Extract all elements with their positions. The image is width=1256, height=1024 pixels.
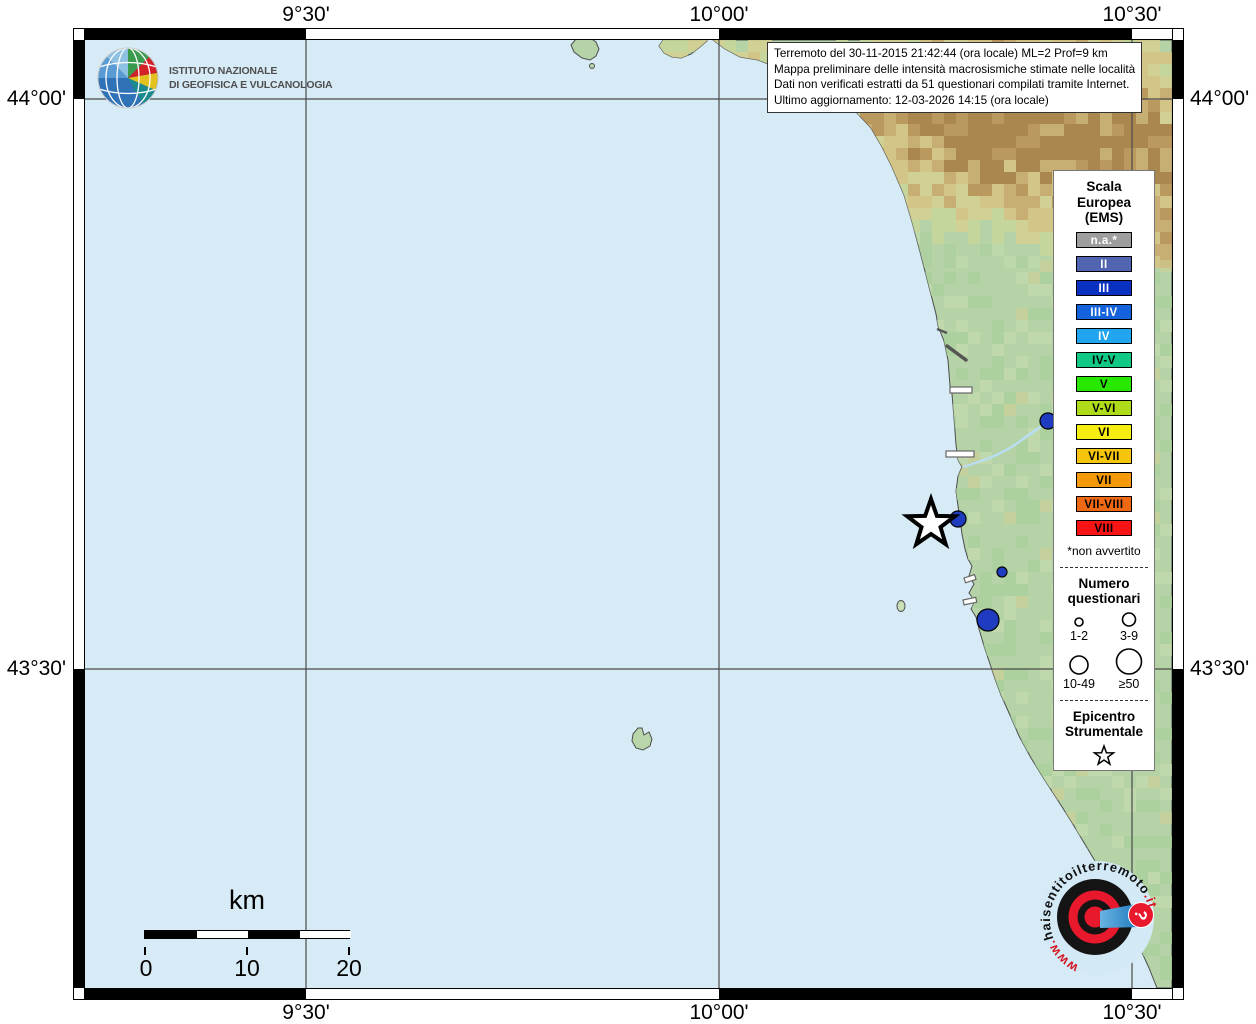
ems-item-IV-V: IV-V — [1076, 351, 1132, 368]
frame-right — [1172, 28, 1184, 1000]
legend-title: Europea — [1076, 194, 1131, 210]
frame-top — [73, 28, 1184, 40]
island-near-coast — [896, 600, 906, 612]
scale-bar: km 0 10 20 — [140, 885, 362, 981]
ems-item-n.a.*: n.a.* — [1076, 231, 1132, 248]
scale-tick-label: 10 — [234, 955, 260, 981]
locality-dot — [976, 608, 1000, 632]
ems-item-III-IV: III-IV — [1076, 303, 1132, 320]
questionnaire-size-label: 1-2 — [1069, 628, 1089, 643]
legend-divider — [1060, 566, 1148, 568]
earthquake-intensity-map-page: Terremoto del 30-11-2015 21:42:44 (ora l… — [0, 0, 1256, 1024]
legend-title: Scala — [1086, 179, 1122, 194]
ingv-logo: ISTITUTO NAZIONALE DI GEOFISICA E VULCAN… — [95, 45, 333, 111]
event-info-line: Ultimo aggiornamento: 12-03-2026 14:15 (… — [774, 93, 1049, 107]
questionnaire-size-grid: 1-2 3-9 10-49 ≥50 — [1054, 611, 1154, 691]
map — [85, 40, 1172, 988]
axis-label-left: 44°00' — [6, 87, 66, 110]
questionnaire-size-label: 10-49 — [1063, 676, 1095, 691]
questionnaire-size-item: 10-49 — [1054, 647, 1104, 691]
ems-scale-list: n.a.* II III III-IV IV IV-V V V-VI VI VI-VII VII VI… — [1054, 231, 1154, 536]
axis-label-right: 43°30' — [1190, 657, 1250, 680]
axis-label-bottom: 9°30' — [282, 1001, 330, 1024]
ingv-globe-icon — [97, 47, 159, 109]
frame-bottom — [73, 988, 1184, 1000]
questionnaire-size-item: 3-9 — [1104, 611, 1154, 643]
questionnaire-circle-icon — [1069, 654, 1089, 675]
frame-left — [73, 28, 85, 1000]
islet — [589, 63, 595, 69]
questionnaire-circle-icon — [1121, 611, 1137, 627]
axis-label-right: 44°00' — [1190, 87, 1250, 110]
ems-item-VIII: VIII — [1076, 519, 1132, 536]
ems-item-VI-VII: VI-VII — [1076, 447, 1132, 464]
haisentitoilterremoto-logo: ? www.haisentitoilterremoto.it — [1038, 858, 1159, 976]
questionnaire-size-item: 1-2 — [1054, 611, 1104, 643]
legend-title: (EMS) — [1084, 210, 1124, 225]
scale-tick-label: 20 — [336, 955, 362, 981]
axis-label-top: 10°30' — [1102, 3, 1162, 26]
event-info-box: Terremoto del 30-11-2015 21:42:44 (ora l… — [767, 42, 1143, 114]
ems-item-V-VI: V-VI — [1076, 399, 1132, 416]
legend-divider — [1060, 699, 1148, 701]
scale-bar-segments — [144, 930, 351, 939]
questionnaire-title: Numero — [1078, 575, 1130, 591]
axis-label-bottom: 10°30' — [1102, 1001, 1162, 1024]
event-info-line: Terremoto del 30-11-2015 21:42:44 (ora l… — [774, 47, 1108, 60]
legend-footnote: *non avvertito — [1067, 543, 1141, 558]
event-info-line: Mappa preliminare delle intensità macros… — [774, 62, 1136, 76]
questionnaire-circle-icon — [1074, 616, 1084, 627]
questionnaire-size-label: 3-9 — [1119, 628, 1139, 643]
ems-item-VI: VI — [1076, 423, 1132, 440]
legend: Scala Europea (EMS) n.a.* II III III-IV IV IV… — [1053, 170, 1155, 771]
ems-item-II: II — [1076, 255, 1132, 272]
axis-label-bottom: 10°00' — [689, 1001, 749, 1024]
epicenter-star-icon — [1092, 743, 1116, 766]
questionnaire-size-item: ≥50 — [1104, 647, 1154, 691]
ems-item-V: V — [1076, 375, 1132, 392]
ingv-logo-line: ISTITUTO NAZIONALE — [169, 64, 278, 77]
locality-dot — [996, 566, 1008, 578]
event-info-line: Dati non verificati estratti da 51 quest… — [774, 78, 1130, 92]
ingv-logo-text: ISTITUTO NAZIONALE DI GEOFISICA E VULCAN… — [169, 64, 333, 92]
ems-item-III: III — [1076, 279, 1132, 296]
axis-label-top: 9°30' — [282, 3, 330, 26]
axis-label-left: 43°30' — [6, 657, 66, 680]
questionnaire-title: questionari — [1067, 591, 1141, 606]
ems-item-VII-VIII: VII-VIII — [1076, 495, 1132, 512]
scale-tick-label: 0 — [139, 955, 153, 981]
axis-label-top: 10°00' — [689, 3, 749, 26]
epicenter-legend-title: Epicentro — [1072, 708, 1136, 724]
questionnaire-size-label: ≥50 — [1118, 676, 1140, 691]
questionnaire-circle-icon — [1115, 647, 1143, 675]
epicenter-legend-title: Strumentale — [1064, 724, 1144, 739]
ems-item-IV: IV — [1076, 327, 1132, 344]
ingv-logo-line: DI GEOFISICA E VULCANOLOGIA — [169, 79, 333, 91]
ems-item-VII: VII — [1076, 471, 1132, 488]
scale-bar-unit: km — [229, 885, 265, 915]
